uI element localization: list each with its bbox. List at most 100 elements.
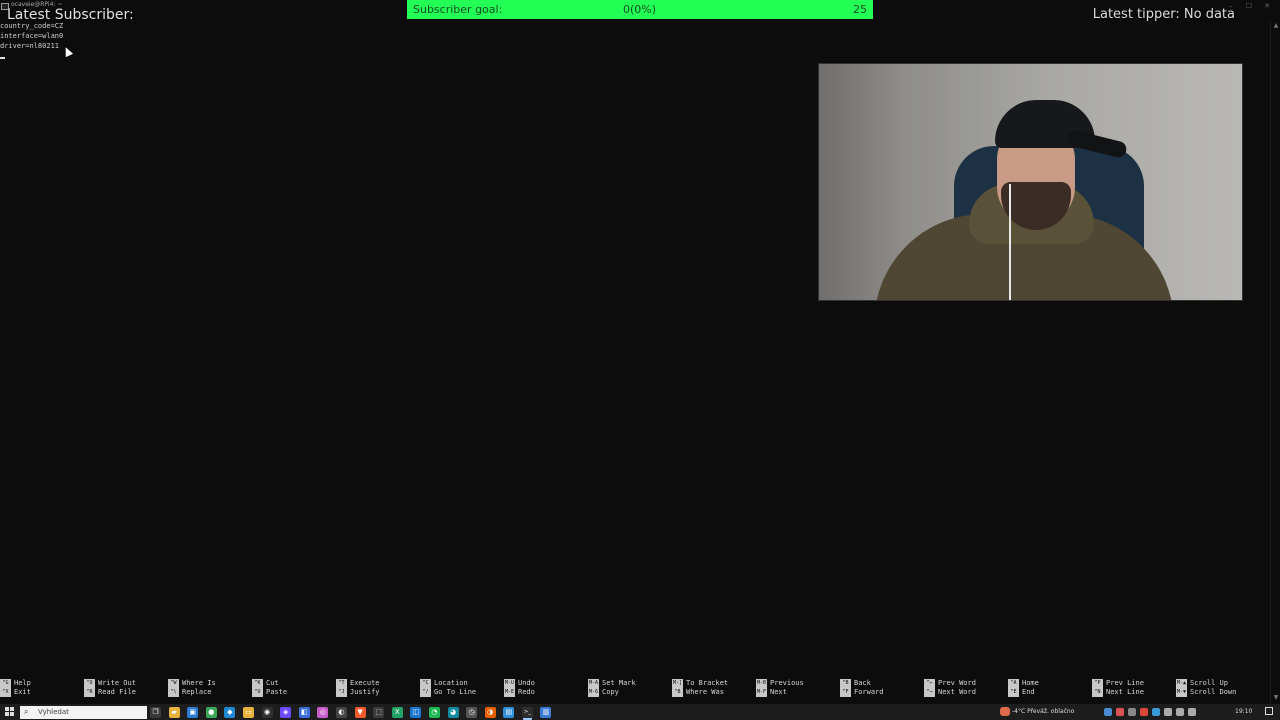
weather-icon[interactable] — [1000, 707, 1010, 716]
shortcut-label: Next Line — [1106, 688, 1144, 696]
shortcut-label: Prev Line — [1106, 679, 1144, 687]
subscriber-goal-bar: Subscriber goal: 0(0%) 25 — [407, 0, 873, 19]
subscriber-goal-label: Subscriber goal: — [413, 3, 503, 16]
shortcut-key: ^C — [420, 679, 431, 688]
shortcut-label: Location — [434, 679, 468, 687]
tray-app-icon[interactable] — [1152, 708, 1160, 716]
spotify-icon[interactable]: ◔ — [428, 707, 440, 718]
tray-app-icon[interactable] — [1116, 708, 1124, 716]
nano-shortcut-5: ^C Location ^/Go To Line — [420, 679, 504, 699]
shortcut-label: Replace — [182, 688, 212, 696]
shortcut-label: Write Out — [98, 679, 136, 687]
scroll-up-arrow-icon[interactable]: ▲ — [1272, 22, 1280, 30]
terminal-line: interface=wlan0 — [0, 32, 64, 40]
shell-icon[interactable]: ▤ — [503, 707, 515, 718]
terminal-icon[interactable]: >_ — [521, 707, 533, 718]
shortcut-key: M-F — [756, 688, 767, 697]
shortcut-label: Forward — [854, 688, 884, 696]
close-button[interactable]: ✕ — [1258, 0, 1276, 12]
nano-shortcut-14: M-▲ Scroll Up M-▼ Scroll Down — [1176, 679, 1260, 699]
nano-shortcut-4: ^T Execute ^J Justify — [336, 679, 420, 699]
shortcut-label: Next Word — [938, 688, 976, 696]
subscriber-goal-progress: 0(0%) — [623, 3, 657, 16]
scroll-down-arrow-icon[interactable]: ▼ — [1272, 694, 1280, 702]
terminal-line: driver=nl80211 — [0, 42, 60, 50]
shortcut-key: ^W — [168, 679, 179, 688]
task-view-icon[interactable]: ❐ — [150, 707, 161, 718]
proton-icon[interactable]: ◈ — [280, 707, 292, 718]
notification-icon[interactable] — [1265, 707, 1273, 715]
folder-icon[interactable]: ▭ — [242, 707, 254, 718]
tray-app-icon[interactable] — [1140, 708, 1148, 716]
tray-icons — [1104, 708, 1200, 716]
github-icon[interactable]: ◐ — [335, 707, 347, 718]
firefox-icon[interactable]: ◑ — [484, 707, 496, 718]
shortcut-key: ^O — [84, 679, 95, 688]
chrome-icon[interactable]: ● — [205, 707, 217, 718]
shortcut-key: ^\ — [168, 688, 179, 697]
shortcut-label: Read File — [98, 688, 136, 696]
windows-taskbar: ⌕ Vyhledat ❐ ▰ ▣ ● ◆ ▭ ◉ ◈ ◧ ◎ ◐ ▼ ⬚ X ◫ ◔ ◕ ◷ ◑ ▤ >_ ▥ -4°C … — [0, 704, 1280, 720]
shortcut-label: Execute — [350, 679, 380, 687]
nano-shortcut-entry: ^J Justify — [336, 688, 380, 698]
shortcut-label: End — [1022, 688, 1035, 696]
shortcut-label: Scroll Down — [1190, 688, 1237, 696]
nano-shortcut-entry: ^/Go To Line — [420, 688, 476, 698]
tray-app-icon[interactable] — [1128, 708, 1136, 716]
brave-icon[interactable]: ▼ — [354, 707, 366, 718]
latest-subscriber-overlay: Latest Subscriber: — [7, 7, 134, 23]
text-cursor — [0, 57, 5, 59]
app-icon[interactable]: ◫ — [410, 707, 422, 718]
excel-icon[interactable]: X — [391, 707, 403, 718]
shortcut-key: M-▲ — [1176, 679, 1187, 688]
shortcut-key: M-▼ — [1176, 688, 1187, 697]
latest-tipper-overlay: Latest tipper: No data — [1092, 7, 1235, 22]
shortcut-label: To Bracket — [686, 679, 729, 687]
shortcut-key: M-B — [756, 679, 767, 688]
shortcut-key: ^← — [924, 679, 935, 688]
nano-shortcut-entry: M-6 Copy — [588, 688, 619, 698]
shortcut-key: M-E — [504, 688, 515, 697]
webcam-feed — [818, 63, 1243, 301]
maximize-button[interactable]: ☐ — [1240, 0, 1258, 12]
shortcut-label: Previous — [770, 679, 804, 687]
nano-shortcut-2: ^W Where Is ^\ Replace — [168, 679, 252, 699]
shortcut-label: Justify — [350, 688, 380, 696]
timer-icon[interactable]: ◷ — [466, 707, 478, 718]
photo-icon[interactable]: ◎ — [317, 707, 329, 718]
taskbar-apps: ❐ ▰ ▣ ● ◆ ▭ ◉ ◈ ◧ ◎ ◐ ▼ ⬚ X ◫ ◔ ◕ ◷ ◑ ▤ >_ ▥ — [150, 707, 559, 718]
store-icon[interactable]: ▣ — [187, 707, 199, 718]
shortcut-label: Home — [1022, 679, 1039, 687]
tray-app-icon[interactable] — [1104, 708, 1112, 716]
taskbar-clock[interactable]: 19:10 — [1235, 708, 1252, 715]
shortcut-key: ^J — [336, 688, 347, 697]
shortcut-label: Where Was — [686, 688, 724, 696]
nano-shortcut-7: M-A Set Mark M-6 Copy — [588, 679, 672, 699]
obs-icon[interactable]: ◉ — [261, 707, 273, 718]
shortcut-label: Redo — [518, 688, 535, 696]
search-icon: ⌕ — [24, 707, 29, 716]
game-icon[interactable]: ⬚ — [373, 707, 385, 718]
weather-text[interactable]: -4°C Převáž. oblačno — [1012, 708, 1074, 715]
search-placeholder: Vyhledat — [38, 708, 69, 716]
nano-shortcut-entry: ^E End — [1008, 688, 1035, 698]
edge-icon[interactable]: ◕ — [447, 707, 459, 718]
nano-shortcut-entry: ^R Read File — [84, 688, 136, 698]
remote-icon[interactable]: ▥ — [540, 707, 552, 718]
shortcut-label: Paste — [266, 688, 288, 696]
volume-icon[interactable] — [1176, 708, 1184, 716]
network-icon[interactable] — [1164, 708, 1172, 716]
shortcut-key: ^F — [840, 688, 851, 697]
start-button[interactable] — [0, 704, 20, 720]
shortcut-key: ^N — [1092, 688, 1103, 697]
file-explorer-icon[interactable]: ▰ — [168, 707, 180, 718]
shortcut-label: Next — [770, 688, 787, 696]
shortcut-key: ^X — [0, 688, 11, 697]
nano-shortcut-entry: M-E Redo — [504, 688, 535, 698]
taskbar-search-box[interactable]: ⌕ Vyhledat — [20, 706, 147, 719]
vscode-icon[interactable]: ◆ — [224, 707, 236, 718]
terminal-scrollbar[interactable]: ▲ ▼ — [1270, 20, 1280, 704]
battery-icon[interactable] — [1188, 708, 1196, 716]
nano-shortcut-6: M-U Undo M-E Redo — [504, 679, 588, 699]
app-blue-icon[interactable]: ◧ — [298, 707, 310, 718]
